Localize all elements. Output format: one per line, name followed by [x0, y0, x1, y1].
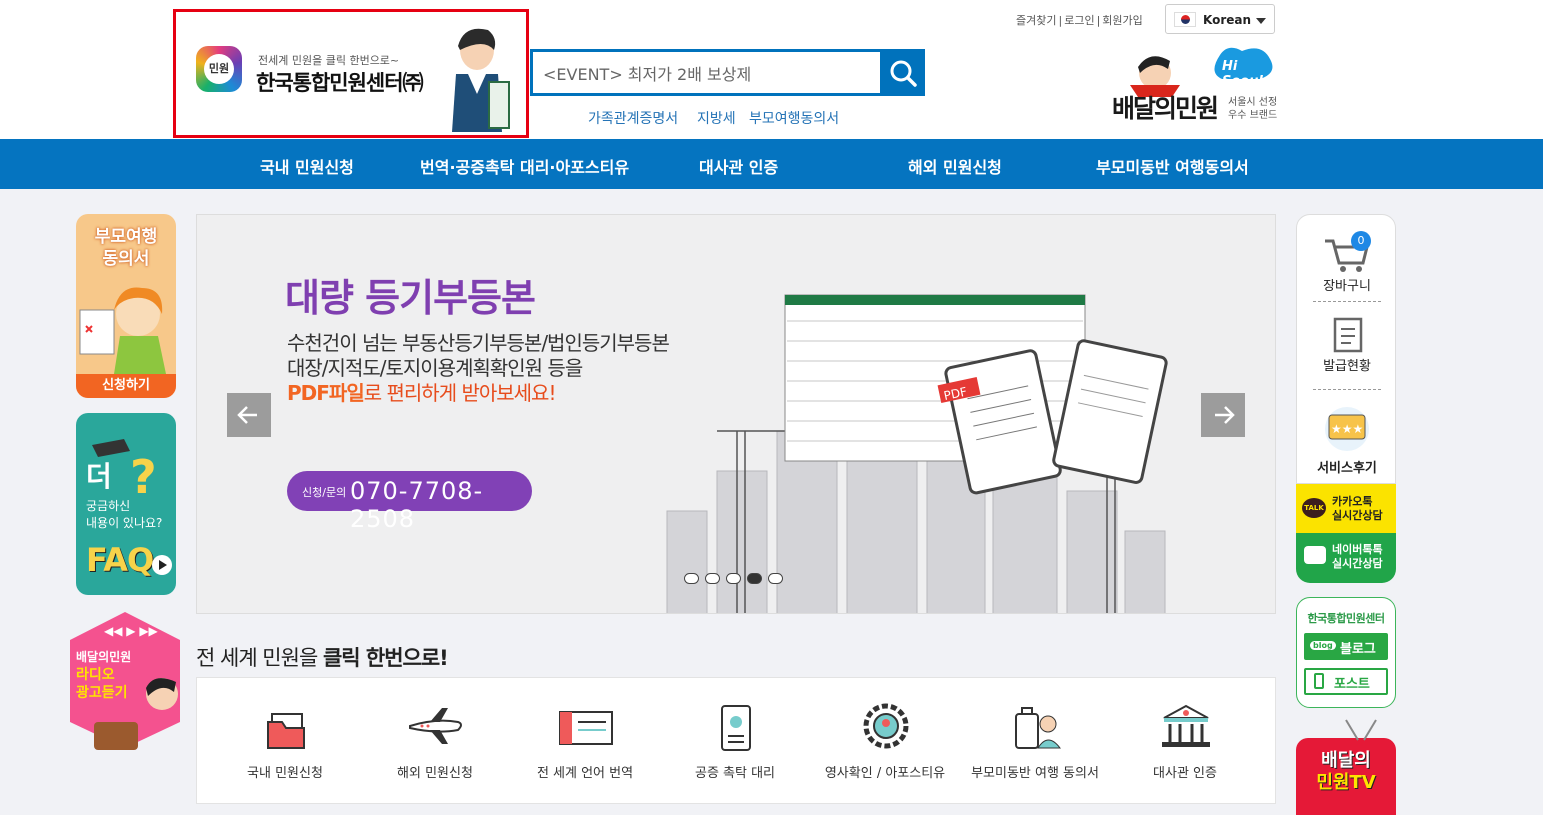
- gear-person-icon: [863, 703, 909, 749]
- right-quick-menu: 0 장바구니 발급현황 ★★★ 서비스후기: [1296, 214, 1396, 484]
- document-list-icon: [1333, 317, 1363, 353]
- slide-line-3: PDF파일로 편리하게 받아보세요!: [287, 381, 556, 405]
- id-badge-icon: [721, 705, 751, 751]
- kakao-chat-button[interactable]: TALK 카카오톡 실시간상담: [1296, 484, 1396, 533]
- cart-link[interactable]: 0 장바구니: [1297, 229, 1397, 303]
- logo-title: 한국통합민원센터㈜: [256, 71, 424, 95]
- slider-pagination: [684, 569, 789, 588]
- quick-link-consent[interactable]: 부모여행동의서: [749, 108, 839, 128]
- play-icon: [152, 555, 172, 575]
- post-icon: [1314, 673, 1324, 689]
- main-nav: 국내 민원신청 번역·공증촉탁 대리·아포스티유 대사관 인증 해외 민원신청 …: [0, 139, 1543, 189]
- top-links: 즐겨찾기 | 로그인 | 회원가입: [1016, 14, 1143, 27]
- search-button[interactable]: [880, 49, 925, 96]
- divider: [1313, 389, 1381, 390]
- mascot-illustration: [452, 28, 510, 132]
- service-apostille[interactable]: 영사확인 / 아포스티유: [810, 678, 960, 805]
- embassy-building-icon: [1162, 704, 1210, 747]
- site-logo[interactable]: 민원 전세계 민원을 클릭 한번으로~ 한국통합민원센터㈜: [173, 9, 529, 138]
- slide-headline: 대량 등기부등본: [285, 276, 536, 320]
- naver-talk-button[interactable]: 네이버톡톡 실시간상담: [1296, 533, 1396, 583]
- airplane-icon: [409, 708, 462, 744]
- folder-document-icon: [267, 713, 305, 749]
- logo-subtitle: 전세계 민원을 클릭 한번으로~: [258, 54, 400, 67]
- nav-overseas[interactable]: 해외 민원신청: [908, 154, 1002, 178]
- city-documents-illustration: PDF: [666, 294, 1168, 613]
- login-link[interactable]: 로그인: [1064, 14, 1094, 27]
- youtube-tv-banner[interactable]: 배달의 민원TV: [1296, 719, 1396, 815]
- service-overseas[interactable]: 해외 민원신청: [360, 678, 510, 805]
- header: 민원 전세계 민원을 클릭 한번으로~ 한국통합민원센터㈜ 가족관계증명서 지방…: [0, 0, 1543, 139]
- consent-apply-button[interactable]: 신청하기: [76, 374, 176, 398]
- post-button[interactable]: 포스트: [1304, 668, 1388, 695]
- blog-icon: blog: [1310, 641, 1336, 650]
- logo-mark: 민원: [196, 46, 242, 92]
- brand-badge[interactable]: Hi Seoul 배달의민원 서울시 선정 우수 브랜드: [1110, 45, 1280, 125]
- svg-text:★★★: ★★★: [1331, 422, 1363, 436]
- service-travel-consent[interactable]: 부모미동반 여행 동의서: [960, 678, 1110, 805]
- slider-dot[interactable]: [768, 573, 783, 584]
- slider-dot[interactable]: [705, 573, 720, 584]
- luggage-person-icon: [1015, 707, 1062, 749]
- antenna-icon: [1345, 719, 1377, 741]
- arrow-left-icon: [237, 406, 257, 424]
- consent-banner[interactable]: 부모여행 동의서 신청하기: [76, 214, 176, 398]
- slider-dot[interactable]: [684, 573, 699, 584]
- child-illustration: [79, 287, 166, 374]
- issue-status-link[interactable]: 발급현황: [1297, 315, 1397, 389]
- slider-next-button[interactable]: [1201, 393, 1245, 437]
- arrow-right-icon: [1215, 406, 1235, 424]
- divider: [1313, 301, 1381, 302]
- cart-count-badge: 0: [1351, 231, 1371, 251]
- search-input[interactable]: [533, 52, 880, 93]
- service-domestic[interactable]: 국내 민원신청: [210, 678, 360, 805]
- media-controls-icon: ◀◀ ▶ ▶▶: [104, 624, 158, 638]
- search-box: [530, 49, 925, 96]
- faq-banner[interactable]: ? 더 궁금하신 내용이 있나요? FAQ: [76, 413, 176, 595]
- sns-links: 한국통합민원센터 blog 블로그 포스트: [1296, 597, 1396, 708]
- nav-domestic[interactable]: 국내 민원신청: [260, 154, 354, 178]
- quick-link-family[interactable]: 가족관계증명서: [588, 108, 678, 128]
- signup-link[interactable]: 회원가입: [1102, 14, 1142, 27]
- star-rating-icon: ★★★: [1325, 407, 1369, 451]
- chevron-down-icon: [1256, 18, 1266, 24]
- phone-number: 070-7708-2508: [350, 477, 484, 533]
- slider-dot[interactable]: [726, 573, 741, 584]
- kakao-talk-icon: TALK: [1302, 498, 1326, 518]
- slider-prev-button[interactable]: [227, 393, 271, 437]
- service-translation[interactable]: 전 세계 언어 번역: [510, 678, 660, 805]
- slider-dot-active[interactable]: [747, 573, 762, 584]
- service-notary[interactable]: 공증 촉탁 대리: [660, 678, 810, 805]
- nav-translation[interactable]: 번역·공증촉탁 대리·아포스티유: [420, 154, 629, 178]
- nav-travel-consent[interactable]: 부모미동반 여행동의서: [1096, 154, 1249, 178]
- translation-document-icon: [559, 711, 613, 745]
- quick-link-local-tax[interactable]: 지방세: [697, 108, 736, 128]
- review-link[interactable]: ★★★ 서비스후기: [1297, 401, 1397, 481]
- naver-talk-icon: [1304, 546, 1326, 564]
- blog-button[interactable]: blog 블로그: [1304, 633, 1388, 660]
- bookmark-link[interactable]: 즐겨찾기: [1016, 14, 1056, 27]
- contact-pill[interactable]: 신청/문의 070-7708-2508: [287, 471, 532, 533]
- language-select[interactable]: Korean: [1165, 4, 1275, 34]
- korea-flag-icon: [1174, 12, 1196, 27]
- service-menu: 국내 민원신청 해외 민원신청 전 세계 언어 번역 공증 촉탁 대리 영사확인…: [196, 677, 1276, 804]
- service-embassy[interactable]: 대사관 인증: [1110, 678, 1260, 805]
- search-icon: [890, 60, 917, 87]
- tagline: 전 세계 민원을 클릭 한번으로!: [196, 646, 449, 670]
- radio-ad-banner[interactable]: ◀◀ ▶ ▶▶ 배달의민원 라디오 광고듣기: [66, 610, 184, 750]
- svg-text:?: ?: [130, 450, 157, 501]
- nav-embassy[interactable]: 대사관 인증: [699, 154, 778, 178]
- main-slider: 대량 등기부등본 수천건이 넘는 부동산등기부등본/법인등기부등본 대장/지적도…: [196, 214, 1276, 614]
